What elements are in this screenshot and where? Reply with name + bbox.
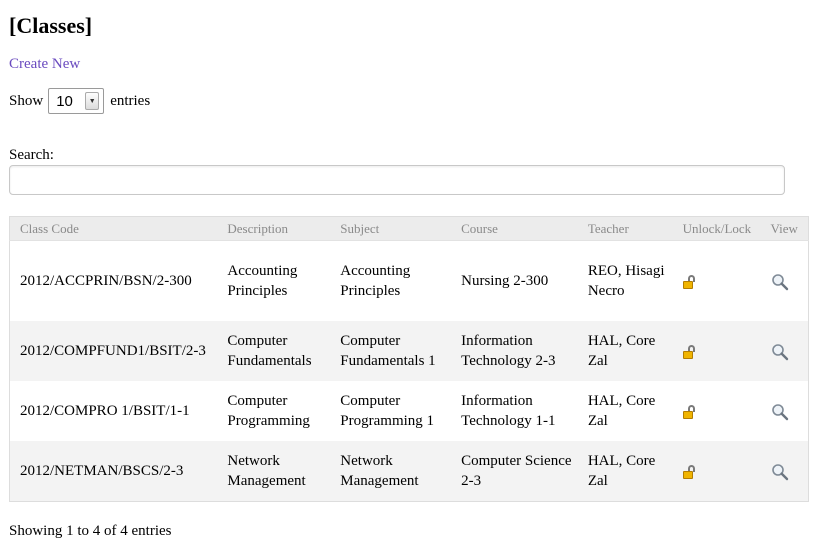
column-header-teacher[interactable]: Teacher	[577, 216, 673, 241]
cell-subject: Accounting Principles	[340, 263, 411, 299]
table-row: 2012/NETMAN/BSCS/2-3 Network Management …	[9, 441, 809, 502]
cell-class-code: 2012/NETMAN/BSCS/2-3	[9, 441, 218, 502]
cell-lock	[673, 241, 761, 322]
cell-course: Nursing 2-300	[461, 273, 549, 289]
cell-subject: Computer Programming 1	[340, 393, 435, 429]
column-header-view[interactable]: View	[760, 216, 809, 241]
cell-view	[761, 241, 809, 322]
cell-description: Accounting Principles	[227, 263, 298, 299]
magnifier-icon[interactable]	[771, 343, 789, 361]
cell-class-code: 2012/COMPFUND1/BSIT/2-3	[9, 321, 218, 381]
search-input[interactable]	[9, 165, 785, 195]
magnifier-icon[interactable]	[771, 463, 789, 481]
entries-per-page-select[interactable]: 10 ▼	[48, 88, 105, 114]
table-row: 2012/COMPRO 1/BSIT/1-1 Computer Programm…	[10, 381, 809, 441]
column-header-unlock-lock[interactable]: Unlock/Lock	[672, 216, 761, 241]
column-header-class-code[interactable]: Class Code	[9, 216, 218, 241]
cell-view	[760, 321, 809, 381]
chevron-down-icon[interactable]: ▼	[85, 92, 100, 110]
create-new-link[interactable]: Create New	[9, 54, 80, 74]
column-header-subject[interactable]: Subject	[330, 216, 452, 241]
entries-label: entries	[110, 92, 151, 109]
table-row: 2012/ACCPRIN/BSN/2-300 Accounting Princi…	[10, 241, 809, 322]
cell-teacher: HAL, Core Zal	[587, 393, 656, 429]
magnifier-icon[interactable]	[771, 273, 789, 291]
cell-course: Information Technology 1-1	[461, 393, 556, 429]
cell-course: Computer Science 2-3	[451, 441, 578, 502]
cell-lock	[672, 321, 761, 381]
cell-teacher: REO, Hisagi Necro	[587, 263, 665, 299]
page-title: [Classes]	[9, 13, 93, 38]
cell-subject: Network Management	[330, 441, 452, 502]
cell-teacher: HAL, Core Zal	[577, 321, 673, 381]
cell-view	[760, 441, 809, 502]
show-label: Show	[9, 92, 44, 109]
classes-table: Class Code Description Subject Course Te…	[9, 216, 809, 502]
table-row: 2012/COMPFUND1/BSIT/2-3 Computer Fundame…	[9, 321, 809, 381]
entries-per-page-value: 10	[56, 92, 73, 110]
column-header-course[interactable]: Course	[451, 216, 578, 241]
magnifier-icon[interactable]	[771, 403, 789, 421]
cell-class-code: 2012/COMPRO 1/BSIT/1-1	[20, 403, 190, 419]
cell-description: Computer Programming	[227, 393, 310, 429]
cell-course: Information Technology 2-3	[451, 321, 578, 381]
cell-teacher: HAL, Core Zal	[577, 441, 673, 502]
cell-description: Network Management	[217, 441, 331, 502]
cell-lock	[673, 381, 761, 441]
unlock-icon[interactable]	[682, 344, 697, 359]
table-header-row: Class Code Description Subject Course Te…	[9, 216, 809, 241]
cell-view	[761, 381, 809, 441]
unlock-icon[interactable]	[682, 464, 697, 479]
cell-lock	[672, 441, 761, 502]
unlock-icon[interactable]	[682, 274, 697, 289]
cell-class-code: 2012/ACCPRIN/BSN/2-300	[20, 273, 192, 289]
cell-description: Computer Fundamentals	[217, 321, 331, 381]
table-info: Showing 1 to 4 of 4 entries	[9, 523, 172, 539]
cell-subject: Computer Fundamentals 1	[330, 321, 452, 381]
search-label: Search:	[9, 147, 54, 163]
length-control: Show 10 ▼ entries	[9, 87, 150, 115]
column-header-description[interactable]: Description	[217, 216, 331, 241]
unlock-icon[interactable]	[682, 404, 697, 419]
